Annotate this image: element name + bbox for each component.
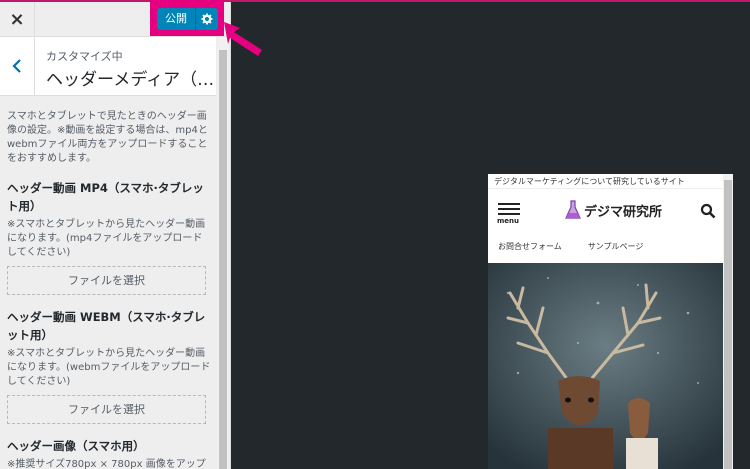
control-desc-mp4: ※スマホとタブレットから見たヘッダー動画になります。(mp4ファイルをアップロー…	[7, 219, 206, 258]
nav-item-contact[interactable]: お問合せフォーム	[498, 241, 562, 252]
panel-scrollbar-thumb[interactable]	[219, 50, 227, 469]
chevron-left-icon	[12, 59, 21, 73]
section-title: ヘッダーメディア（…	[46, 70, 215, 90]
back-button[interactable]	[0, 37, 35, 95]
section-description: スマホとタブレットで見たときのヘッダー画像の設定。※動画を設定する場合は、mp4…	[7, 111, 208, 164]
section-subtitle: カスタマイズ中	[46, 50, 123, 63]
annotation-arrow-icon	[224, 22, 262, 56]
control-title-webm: ヘッダー動画 WEBM（スマホ·タブレット用）	[7, 310, 206, 342]
preview-scrollbar-thumb[interactable]	[724, 180, 732, 469]
header-image	[488, 263, 723, 469]
flask-icon	[565, 200, 581, 219]
close-button[interactable]: ×	[0, 2, 35, 36]
site-logo[interactable]: デジマ研究所	[565, 200, 662, 220]
publish-settings-button[interactable]	[196, 8, 218, 30]
menu-label: menu	[497, 217, 520, 225]
site-name: デジマ研究所	[584, 204, 663, 220]
select-file-button-mp4[interactable]: ファイルを選択	[7, 266, 206, 295]
publish-group: 公開	[157, 8, 218, 30]
site-preview: デジタルマーケティングについて研究しているサイト menu デジマ研究所 お問合…	[488, 174, 723, 469]
select-file-button-webm[interactable]: ファイルを選択	[7, 395, 206, 424]
customizer-panel: × カスタマイズ中 ヘッダーメディア（… スマホとタブレットで見たときのヘッダー…	[0, 2, 231, 469]
close-icon: ×	[9, 8, 25, 30]
section-header: カスタマイズ中 ヘッダーメディア（…	[0, 37, 216, 96]
deer-photo	[488, 263, 723, 469]
gear-icon	[201, 13, 213, 25]
control-title-mp4: ヘッダー動画 MP4（スマホ·タブレット用）	[7, 181, 204, 213]
section-content: スマホとタブレットで見たときのヘッダー画像の設定。※動画を設定する場合は、mp4…	[7, 110, 212, 469]
hamburger-menu-icon[interactable]	[498, 203, 520, 218]
publish-button[interactable]: 公開	[157, 8, 196, 30]
nav-item-sample[interactable]: サンプルページ	[588, 241, 644, 252]
preview-tagline: デジタルマーケティングについて研究しているサイト	[488, 174, 723, 189]
control-desc-webm: ※スマホとタブレットから見たヘッダー動画になります。(webmファイルをアップロ…	[7, 348, 211, 387]
search-icon[interactable]	[700, 203, 716, 219]
preview-nav: お問合せフォーム サンプルページ	[498, 241, 643, 252]
control-title-image: ヘッダー画像（スマホ用）	[7, 439, 145, 453]
control-desc-image: ※推奨サイズ780px × 780px 画像をアップロ	[7, 459, 206, 469]
